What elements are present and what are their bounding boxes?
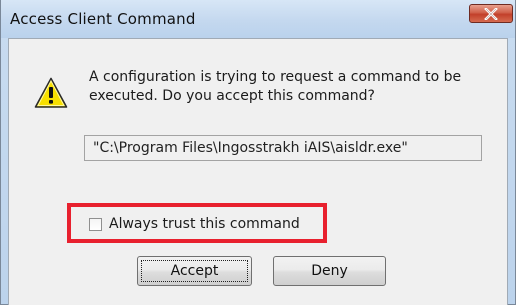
- title-bar[interactable]: Access Client Command: [1, 0, 515, 38]
- dialog-body: A configuration is trying to request a c…: [8, 38, 508, 305]
- warning-icon: [34, 77, 68, 108]
- dialog-window: Access Client Command A configuration is…: [0, 0, 516, 305]
- dialog-message: A configuration is trying to request a c…: [89, 69, 462, 104]
- focus-ring: [141, 260, 248, 282]
- window-title: Access Client Command: [10, 10, 196, 28]
- always-trust-label[interactable]: Always trust this command: [109, 216, 300, 232]
- close-icon: [484, 7, 498, 20]
- deny-button[interactable]: Deny: [273, 256, 386, 286]
- deny-button-label: Deny: [311, 263, 348, 279]
- command-path-field: "C:\Program Files\Ingosstrakh iAIS\aisld…: [84, 135, 482, 161]
- close-button[interactable]: [469, 4, 513, 23]
- always-trust-checkbox-row[interactable]: Always trust this command: [89, 216, 300, 232]
- accept-button[interactable]: Accept: [137, 256, 252, 286]
- always-trust-checkbox[interactable]: [89, 217, 102, 231]
